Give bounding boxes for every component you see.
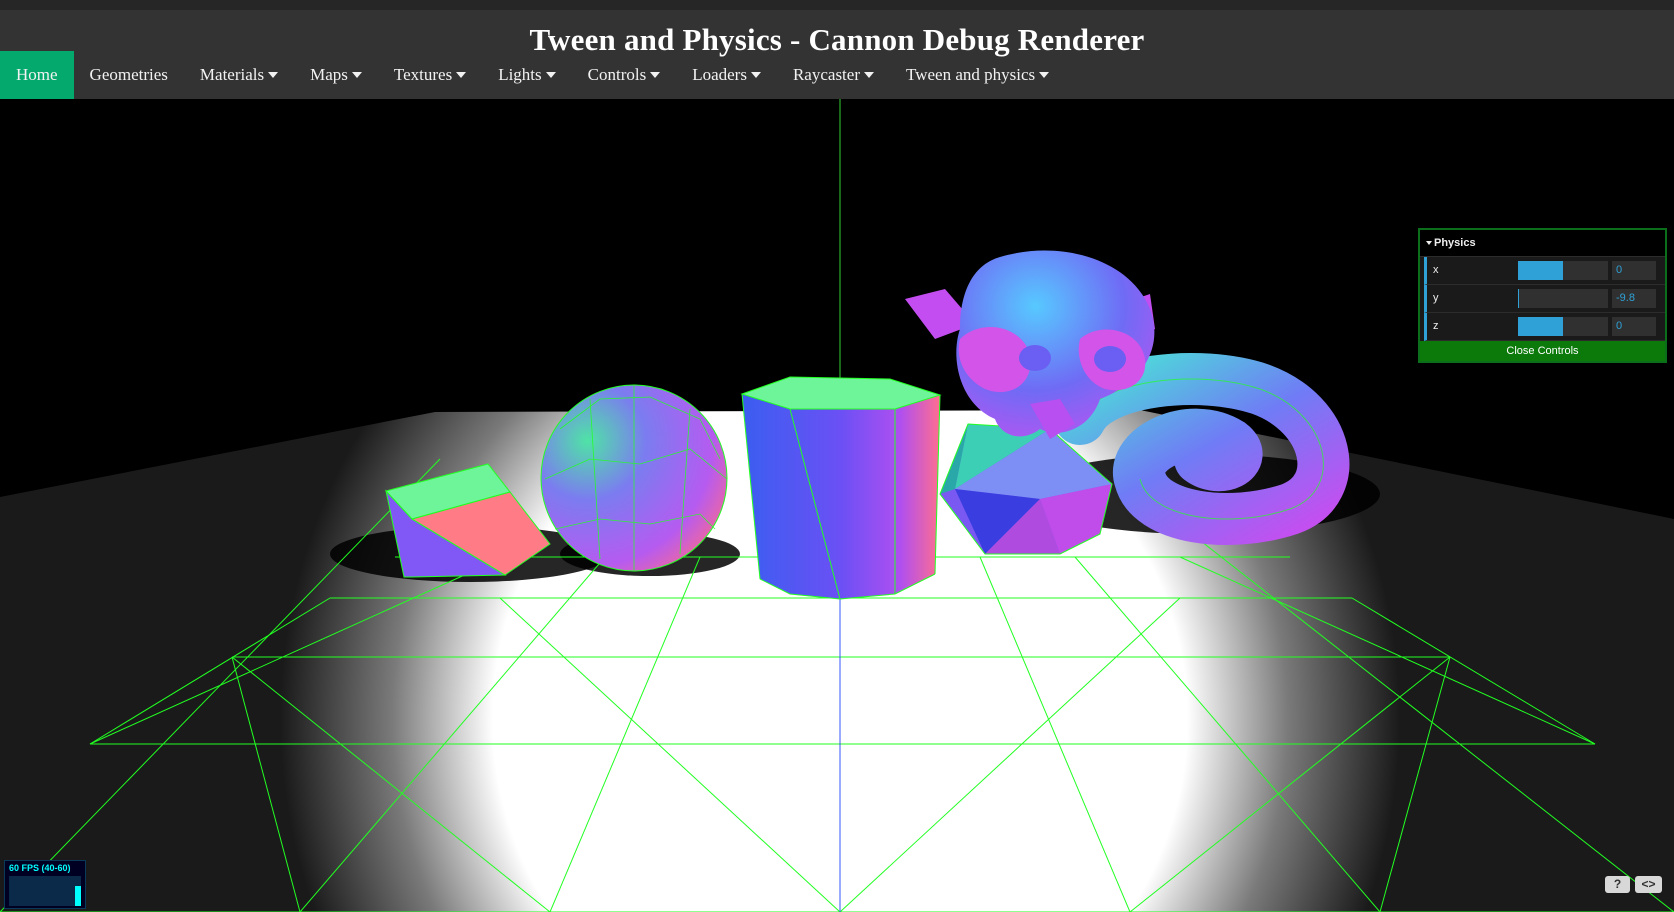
fps-bar [75, 886, 81, 906]
caret-down-icon [545, 72, 556, 78]
nav-textures[interactable]: Textures [378, 51, 482, 99]
triangle-down-icon [1426, 241, 1432, 245]
gravity-y-slider[interactable] [1518, 289, 1608, 308]
physics-gui-panel: Physics x 0 y -9.8 z 0 Close Controls [1418, 228, 1667, 363]
nav-tween-physics-label: Tween and physics [906, 65, 1036, 84]
cylinder-mesh [740, 376, 942, 600]
fps-graph [9, 876, 81, 906]
nav-controls-label: Controls [587, 65, 647, 84]
gui-row-x: x 0 [1424, 257, 1665, 285]
gui-label-y: y [1433, 292, 1439, 304]
slider-fill [1518, 317, 1563, 336]
navbar: Home Geometries Materials Maps Textures … [0, 51, 1065, 99]
gui-row-z: z 0 [1424, 313, 1665, 341]
caret-down-icon [1039, 72, 1050, 78]
nav-raycaster-label: Raycaster [792, 65, 860, 84]
nav-lights-label: Lights [498, 65, 542, 84]
nav-raycaster[interactable]: Raycaster [777, 51, 890, 99]
nav-geometries[interactable]: Geometries [74, 51, 184, 99]
nav-home[interactable]: Home [0, 51, 74, 99]
gravity-x-input[interactable]: 0 [1612, 261, 1656, 280]
caret-down-icon [864, 72, 874, 78]
nav-materials-label: Materials [199, 65, 265, 84]
fps-stats-panel[interactable]: 60 FPS (40-60) [4, 860, 86, 909]
nav-materials[interactable]: Materials [184, 51, 294, 99]
nav-loaders[interactable]: Loaders [676, 51, 777, 99]
gravity-y-input[interactable]: -9.8 [1612, 289, 1656, 308]
gravity-z-slider[interactable] [1518, 317, 1608, 336]
slider-fill [1518, 289, 1519, 308]
gravity-z-input[interactable]: 0 [1612, 317, 1656, 336]
caret-down-icon [351, 72, 362, 78]
gui-label-x: x [1433, 264, 1439, 276]
nav-controls[interactable]: Controls [572, 51, 677, 99]
nav-textures-label: Textures [393, 65, 453, 84]
caret-down-icon [750, 72, 761, 78]
gravity-x-slider[interactable] [1518, 261, 1608, 280]
nav-lights[interactable]: Lights [482, 51, 571, 99]
fps-text: 60 FPS (40-60) [9, 863, 71, 873]
nav-tween-physics[interactable]: Tween and physics [890, 51, 1065, 99]
caret-down-icon [650, 72, 661, 78]
nav-loaders-label: Loaders [692, 65, 747, 84]
sphere-mesh [540, 384, 728, 572]
help-button[interactable]: ? [1605, 876, 1630, 893]
gui-label-z: z [1433, 320, 1439, 332]
gui-folder-physics[interactable]: Physics [1420, 230, 1665, 257]
caret-down-icon [456, 72, 467, 78]
gui-row-y: y -9.8 [1424, 285, 1665, 313]
nav-maps[interactable]: Maps [294, 51, 378, 99]
gui-folder-label: Physics [1434, 237, 1476, 249]
view-source-button[interactable]: <> [1635, 876, 1662, 893]
caret-down-icon [268, 72, 279, 78]
close-controls-button[interactable]: Close Controls [1420, 341, 1665, 361]
nav-maps-label: Maps [310, 65, 348, 84]
slider-fill [1518, 261, 1563, 280]
webgl-canvas[interactable] [0, 99, 1674, 912]
